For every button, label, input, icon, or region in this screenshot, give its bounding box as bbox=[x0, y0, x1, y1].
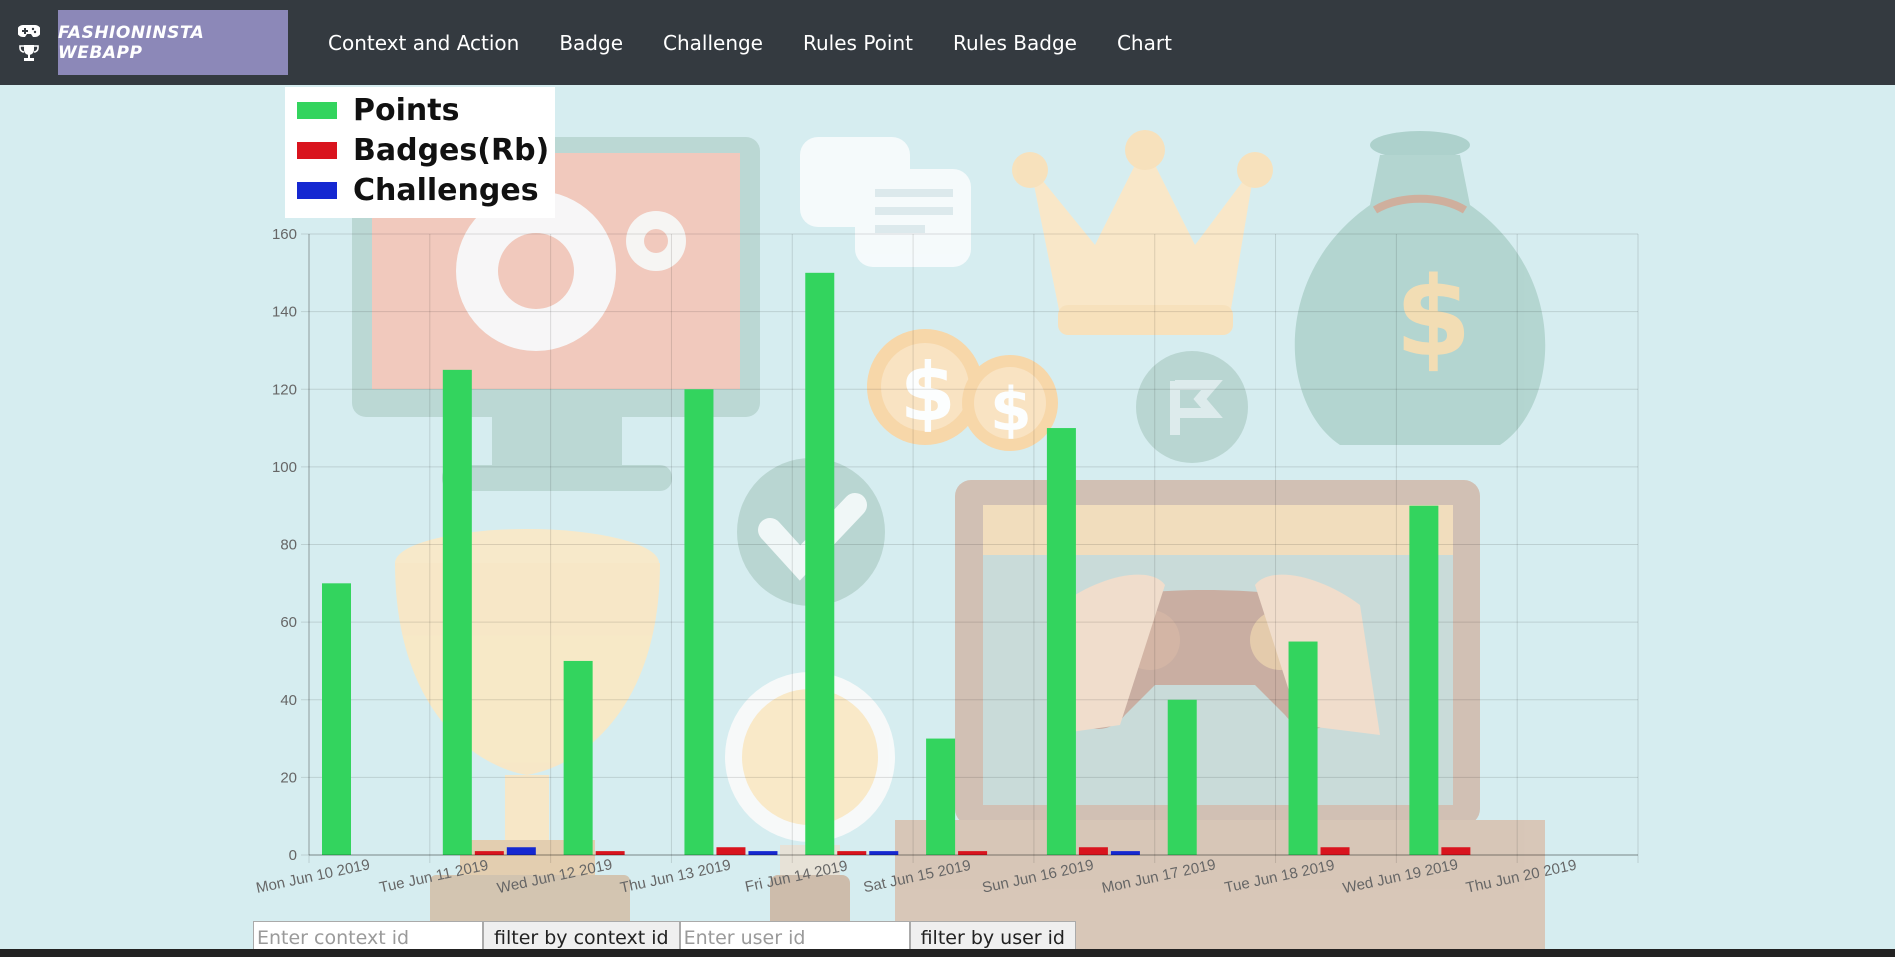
bar-points[interactable] bbox=[442, 369, 472, 855]
bar-points[interactable] bbox=[684, 389, 714, 855]
nav-link-chart[interactable]: Chart bbox=[1097, 31, 1192, 55]
y-tick-label: 0 bbox=[289, 847, 297, 864]
bar-challenges[interactable] bbox=[506, 847, 536, 855]
nav-link-badge[interactable]: Badge bbox=[539, 31, 643, 55]
bar-badges-rb[interactable] bbox=[716, 847, 746, 855]
bar-challenges[interactable] bbox=[1110, 851, 1140, 855]
bar-challenges[interactable] bbox=[748, 851, 778, 855]
x-tick-label: Thu Jun 13 2019 bbox=[619, 857, 733, 897]
nav-link-context-and-action[interactable]: Context and Action bbox=[308, 31, 539, 55]
legend-item-badges[interactable]: Badges(Rb) bbox=[297, 133, 549, 168]
bar-points[interactable] bbox=[805, 272, 835, 855]
bar-points[interactable] bbox=[322, 583, 351, 855]
gamepad-icon bbox=[18, 24, 40, 37]
y-tick-label: 160 bbox=[272, 226, 297, 243]
x-tick-label: Sun Jun 16 2019 bbox=[981, 856, 1095, 896]
y-tick-label: 60 bbox=[280, 614, 297, 631]
legend-swatch-challenges bbox=[297, 182, 337, 199]
bar-points[interactable] bbox=[926, 738, 956, 855]
bottom-strip bbox=[0, 949, 1895, 957]
brand-link[interactable]: FASHIONINSTA WEBAPP bbox=[58, 10, 288, 75]
bar-badges-rb[interactable] bbox=[1320, 847, 1350, 855]
legend-label-points: Points bbox=[353, 93, 460, 128]
y-tick-label: 100 bbox=[272, 459, 297, 476]
x-tick-label: Tue Jun 18 2019 bbox=[1223, 857, 1336, 897]
navbar: FASHIONINSTA WEBAPP Context and Action B… bbox=[0, 0, 1895, 85]
legend-swatch-badges bbox=[297, 142, 337, 159]
y-tick-label: 20 bbox=[280, 769, 297, 786]
legend-swatch-points bbox=[297, 102, 337, 119]
nav-icons bbox=[0, 0, 58, 85]
x-tick-label: Mon Jun 17 2019 bbox=[1100, 856, 1217, 897]
x-tick-label: Tue Jun 11 2019 bbox=[378, 857, 490, 897]
y-tick-label: 40 bbox=[280, 692, 297, 709]
x-tick-label: Wed Jun 12 2019 bbox=[496, 856, 614, 897]
legend-item-challenges[interactable]: Challenges bbox=[297, 173, 539, 208]
nav-link-rules-point[interactable]: Rules Point bbox=[783, 31, 933, 55]
y-tick-label: 140 bbox=[272, 304, 297, 321]
x-tick-label: Wed Jun 19 2019 bbox=[1341, 856, 1459, 897]
bar-badges-rb[interactable] bbox=[837, 851, 867, 855]
y-tick-label: 120 bbox=[272, 381, 297, 398]
chart-bars bbox=[322, 272, 1471, 855]
chart-legend: Points Badges(Rb) Challenges bbox=[285, 87, 555, 218]
nav-link-challenge[interactable]: Challenge bbox=[643, 31, 783, 55]
x-tick-label: Mon Jun 10 2019 bbox=[255, 856, 372, 897]
legend-label-challenges: Challenges bbox=[353, 173, 539, 208]
x-tick-label: Fri Jun 14 2019 bbox=[744, 857, 849, 895]
y-tick-label: 80 bbox=[280, 537, 297, 554]
bar-points[interactable] bbox=[1167, 699, 1197, 855]
x-tick-label: Thu Jun 20 2019 bbox=[1464, 857, 1578, 897]
bar-badges-rb[interactable] bbox=[595, 851, 625, 855]
bar-points[interactable] bbox=[563, 660, 593, 855]
trophy-icon bbox=[19, 44, 39, 61]
legend-label-badges: Badges(Rb) bbox=[353, 133, 550, 168]
bar-badges-rb[interactable] bbox=[1441, 847, 1471, 855]
x-tick-label: Sat Jun 15 2019 bbox=[862, 857, 972, 896]
bar-points[interactable] bbox=[1288, 641, 1318, 855]
bar-badges-rb[interactable] bbox=[474, 851, 504, 855]
bar-badges-rb[interactable] bbox=[1078, 847, 1108, 855]
bar-points[interactable] bbox=[1046, 428, 1076, 855]
bar-challenges[interactable] bbox=[869, 851, 899, 855]
legend-item-points[interactable]: Points bbox=[297, 93, 459, 128]
nav-link-rules-badge[interactable]: Rules Badge bbox=[933, 31, 1097, 55]
nav-links: Context and Action Badge Challenge Rules… bbox=[308, 31, 1192, 55]
bar-badges-rb[interactable] bbox=[958, 851, 988, 855]
bar-points[interactable] bbox=[1409, 505, 1439, 855]
